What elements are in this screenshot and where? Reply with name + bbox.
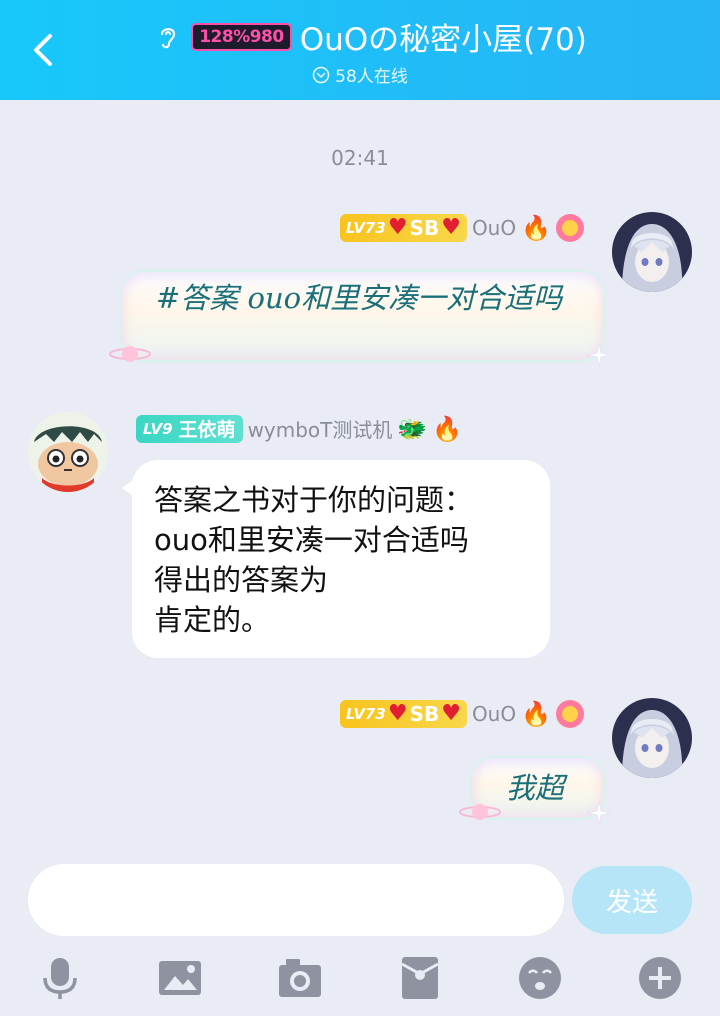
image-button[interactable]: [156, 954, 204, 1002]
fire-icon: 🔥: [432, 414, 463, 443]
level-text: LV9: [143, 419, 173, 438]
anime-avatar-icon: [612, 698, 692, 778]
level-text: LV73: [345, 219, 386, 237]
sender-meta: LV73 ♥ SB ♥ OuO 🔥: [339, 700, 584, 728]
heart-icon: ♥: [387, 701, 408, 726]
sender-name[interactable]: OuO: [472, 216, 516, 240]
sender-meta: LV9 王依萌 wymboT测试机 🐲 🔥: [136, 414, 462, 443]
toolbar: [0, 954, 720, 1010]
red-packet-button[interactable]: [396, 954, 444, 1002]
message-input[interactable]: [28, 864, 564, 936]
red-packet-icon: [401, 957, 439, 999]
online-status[interactable]: 58人在线: [0, 62, 720, 87]
online-count: 58人在线: [335, 67, 408, 87]
sparkle-icon: [586, 800, 612, 826]
emoji-icon: [519, 957, 561, 999]
flower-icon: [556, 700, 584, 728]
level-badge: LV73 ♥ SB ♥: [339, 214, 467, 242]
dragon-icon: 🐲: [397, 414, 428, 443]
emoji-button[interactable]: [516, 954, 564, 1002]
planet-icon: [109, 346, 151, 362]
chat-header: 128%980 OuOの秘密小屋(70) 58人在线: [0, 0, 720, 100]
sparkle-icon: [586, 342, 612, 368]
title-row[interactable]: 128%980 OuOの秘密小屋(70): [0, 14, 720, 59]
title-tag: SB: [409, 216, 440, 240]
message-bubble[interactable]: #答案 ouo和里安凑一对合适吗: [120, 270, 606, 362]
sender-name[interactable]: OuO: [472, 702, 516, 726]
message-line: ouo和里安凑一对合适吗: [154, 523, 469, 557]
sender-meta: LV73 ♥ SB ♥ OuO 🔥: [339, 214, 584, 242]
level-badge: LV73 ♥ SB ♥: [339, 700, 467, 728]
cartoon-avatar-icon: [28, 412, 108, 492]
plus-icon: [639, 957, 681, 999]
image-icon: [159, 961, 201, 995]
camera-button[interactable]: [276, 954, 324, 1002]
planet-icon: [459, 804, 501, 820]
microphone-button[interactable]: [36, 954, 84, 1002]
camera-icon: [279, 959, 321, 997]
message-line: 得出的答案为: [154, 563, 329, 597]
title-tag: SB: [409, 702, 440, 726]
message-line: 答案之书对于你的问题：: [154, 483, 474, 517]
group-title: OuOの秘密小屋(70): [299, 22, 587, 58]
chevron-down-circle-icon: [312, 66, 330, 83]
avatar[interactable]: [28, 412, 108, 492]
message-text: 我超: [506, 771, 565, 805]
heart-icon: ♥: [387, 215, 408, 240]
message-line: 肯定的。: [154, 603, 271, 637]
title-tag: 王依萌: [178, 419, 236, 441]
flower-icon: [556, 214, 584, 242]
send-button[interactable]: 发送: [572, 866, 692, 934]
sender-name[interactable]: wymboT测试机: [248, 414, 393, 443]
anime-avatar-icon: [612, 212, 692, 292]
fire-icon: 🔥: [521, 700, 551, 728]
heart-icon: ♥: [441, 701, 461, 726]
level-badge: LV9 王依萌: [136, 414, 243, 443]
bubble-tail: [122, 478, 136, 498]
more-button[interactable]: [636, 954, 684, 1002]
microphone-icon: [43, 958, 77, 999]
group-badge: 128%980: [191, 22, 292, 51]
input-bar: 发送: [0, 848, 720, 1016]
avatar[interactable]: [612, 212, 692, 292]
fire-icon: 🔥: [521, 214, 551, 242]
heart-icon: ♥: [441, 215, 461, 240]
message-timestamp: 02:41: [331, 146, 389, 170]
level-text: LV73: [345, 705, 386, 723]
avatar[interactable]: [612, 698, 692, 778]
message-text: #答案 ouo和里安凑一对合适吗: [156, 281, 563, 315]
message-bubble[interactable]: 答案之书对于你的问题： ouo和里安凑一对合适吗 得出的答案为 肯定的。: [122, 460, 550, 658]
ear-icon: [153, 22, 183, 52]
